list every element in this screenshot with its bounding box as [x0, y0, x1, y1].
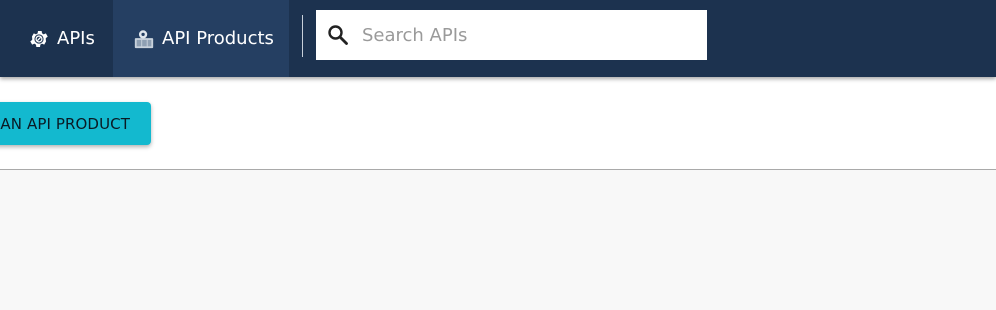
gear-icon	[28, 28, 50, 50]
api-product-icon	[133, 28, 155, 50]
search-input[interactable]	[360, 23, 684, 47]
top-navigation-bar: APIs API Products	[0, 0, 996, 77]
nav-tab-apis-label: APIs	[57, 28, 95, 49]
search-icon	[326, 23, 350, 47]
create-api-product-button-label: AN API PRODUCT	[0, 114, 130, 133]
search-bar[interactable]	[316, 10, 707, 60]
nav-tab-api-products-label: API Products	[162, 28, 274, 49]
content-area	[0, 170, 996, 310]
toolbar-area: AN API PRODUCT	[0, 77, 996, 169]
create-api-product-button[interactable]: AN API PRODUCT	[0, 102, 151, 145]
nav-divider	[302, 15, 303, 57]
nav-tab-apis[interactable]: APIs	[0, 0, 113, 77]
nav-tab-api-products[interactable]: API Products	[113, 0, 289, 77]
